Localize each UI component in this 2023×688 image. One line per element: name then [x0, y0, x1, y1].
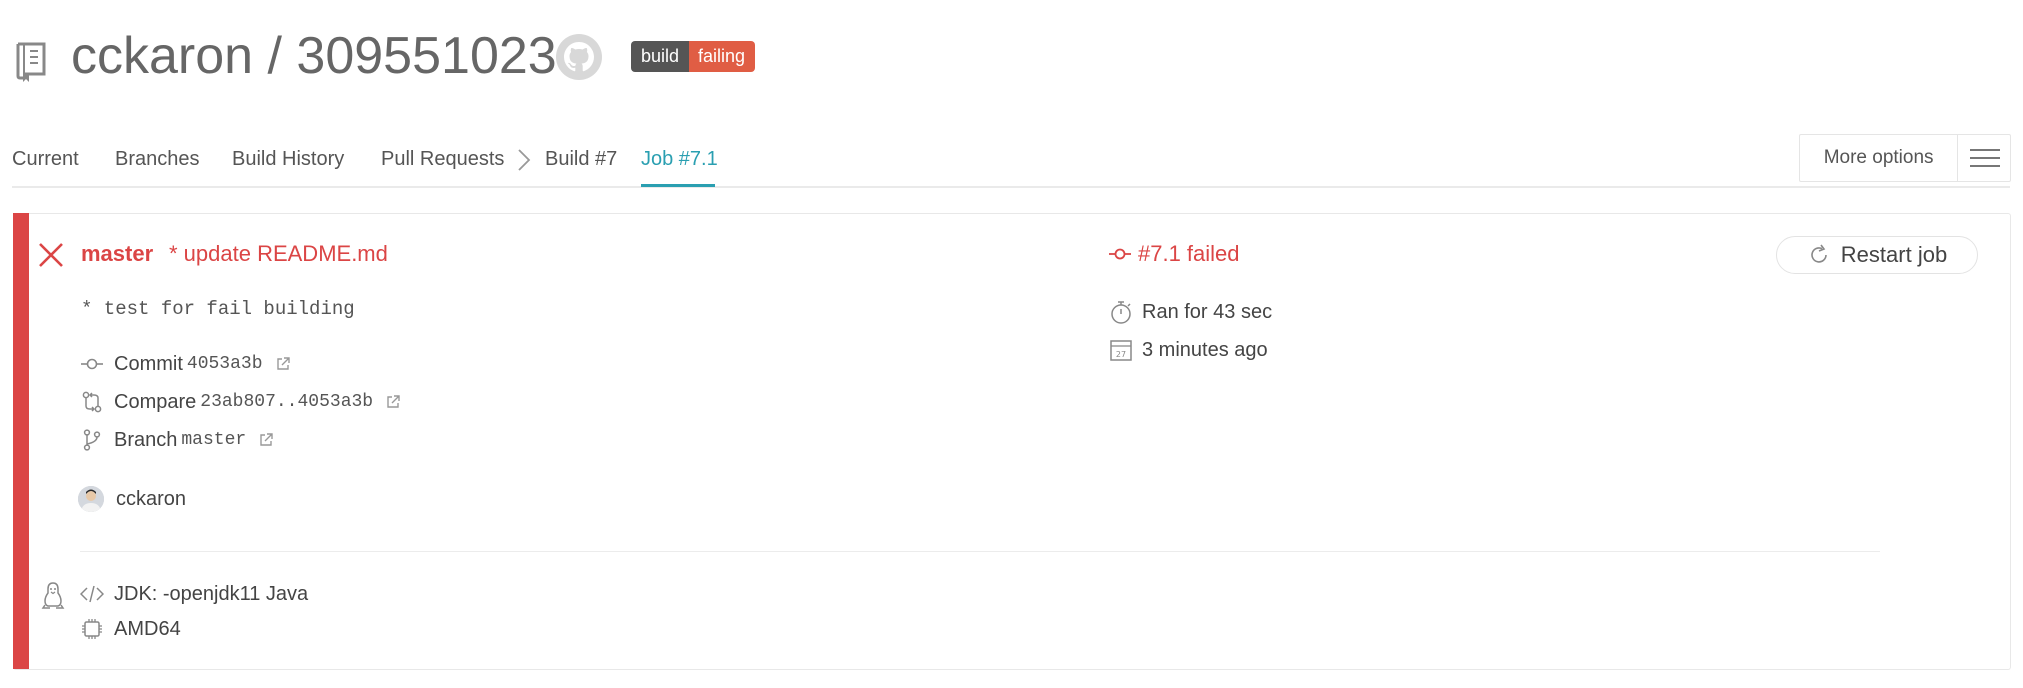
restart-icon — [1811, 244, 1827, 263]
compare-icon — [82, 391, 102, 413]
hamburger-icon[interactable] — [1957, 135, 2010, 181]
card-divider — [80, 551, 1880, 552]
job-card — [13, 213, 2011, 670]
build-status-badge[interactable]: build failing — [631, 41, 756, 72]
tab-pull-requests[interactable]: Pull Requests — [381, 146, 504, 172]
external-link-icon[interactable] — [275, 356, 291, 372]
repo-owner[interactable]: cckaron — [71, 27, 253, 85]
language-row: JDK: -openjdk11 Java — [80, 581, 308, 607]
arch-label: AMD64 — [114, 618, 181, 640]
tab-branches[interactable]: Branches — [115, 146, 200, 172]
branch-row[interactable]: Branch master — [80, 427, 274, 453]
restart-job-button[interactable]: Restart job — [1776, 236, 1978, 274]
commit-label: Commit — [114, 353, 183, 375]
commit-description: * test for fail building — [81, 298, 355, 320]
tab-current[interactable]: Current — [12, 146, 79, 172]
badge-status: failing — [689, 41, 756, 72]
job-branch-name[interactable]: master — [81, 239, 153, 269]
commit-author[interactable]: cckaron — [116, 485, 186, 513]
restart-job-label: Restart job — [1840, 242, 1948, 267]
cpu-icon — [82, 619, 102, 639]
finished-text: 3 minutes ago — [1142, 339, 1268, 361]
more-options-button[interactable]: More options — [1799, 134, 2011, 182]
repo-name[interactable]: 309551023 — [296, 27, 556, 85]
arch-row: AMD64 — [80, 616, 181, 642]
failed-status-stripe — [13, 213, 29, 669]
compare-row[interactable]: Compare 23ab807..4053a3b — [80, 389, 401, 415]
chevron-right-icon — [518, 149, 531, 171]
branch-label: Branch — [114, 429, 178, 451]
commit-row[interactable]: Commit 4053a3b — [80, 351, 291, 377]
calendar-day: 27 — [1116, 350, 1126, 359]
linux-icon — [41, 582, 65, 609]
duration-row: Ran for 43 sec — [1108, 299, 1272, 325]
duration-text: Ran for 43 sec — [1142, 301, 1273, 323]
compare-range[interactable]: 23ab807..4053a3b — [200, 389, 373, 415]
tabs-divider — [12, 186, 2010, 188]
repo-title: cckaron / 309551023 — [71, 22, 557, 90]
language-label: JDK: -openjdk11 Java — [114, 583, 309, 605]
repo-separator: / — [253, 27, 297, 85]
compare-label: Compare — [114, 391, 197, 413]
code-icon — [80, 585, 104, 603]
external-link-icon[interactable] — [258, 432, 274, 448]
job-status-text: #7.1 failed — [1138, 241, 1240, 266]
commit-message: * update README.md — [169, 241, 388, 266]
calendar-icon: 27 — [1110, 340, 1132, 361]
repo-icon — [16, 42, 46, 82]
failed-x-icon — [39, 243, 63, 267]
more-options-label: More options — [1823, 147, 1934, 168]
avatar — [78, 486, 104, 512]
badge-label: build — [631, 41, 690, 72]
branch-icon — [83, 429, 101, 451]
github-icon[interactable] — [556, 34, 602, 80]
branch-value[interactable]: master — [181, 427, 246, 453]
tab-build[interactable]: Build #7 — [545, 146, 617, 172]
tab-build-history[interactable]: Build History — [232, 146, 344, 172]
job-status: #7.1 failed — [1108, 239, 1240, 269]
stopwatch-icon — [1111, 301, 1131, 324]
commit-sha[interactable]: 4053a3b — [187, 351, 263, 377]
active-tab-indicator — [641, 184, 715, 187]
tab-job[interactable]: Job #7.1 — [641, 146, 718, 172]
commit-icon — [1109, 248, 1131, 260]
external-link-icon[interactable] — [385, 394, 401, 410]
commit-icon — [81, 358, 103, 370]
finished-row: 27 3 minutes ago — [1108, 337, 1268, 363]
